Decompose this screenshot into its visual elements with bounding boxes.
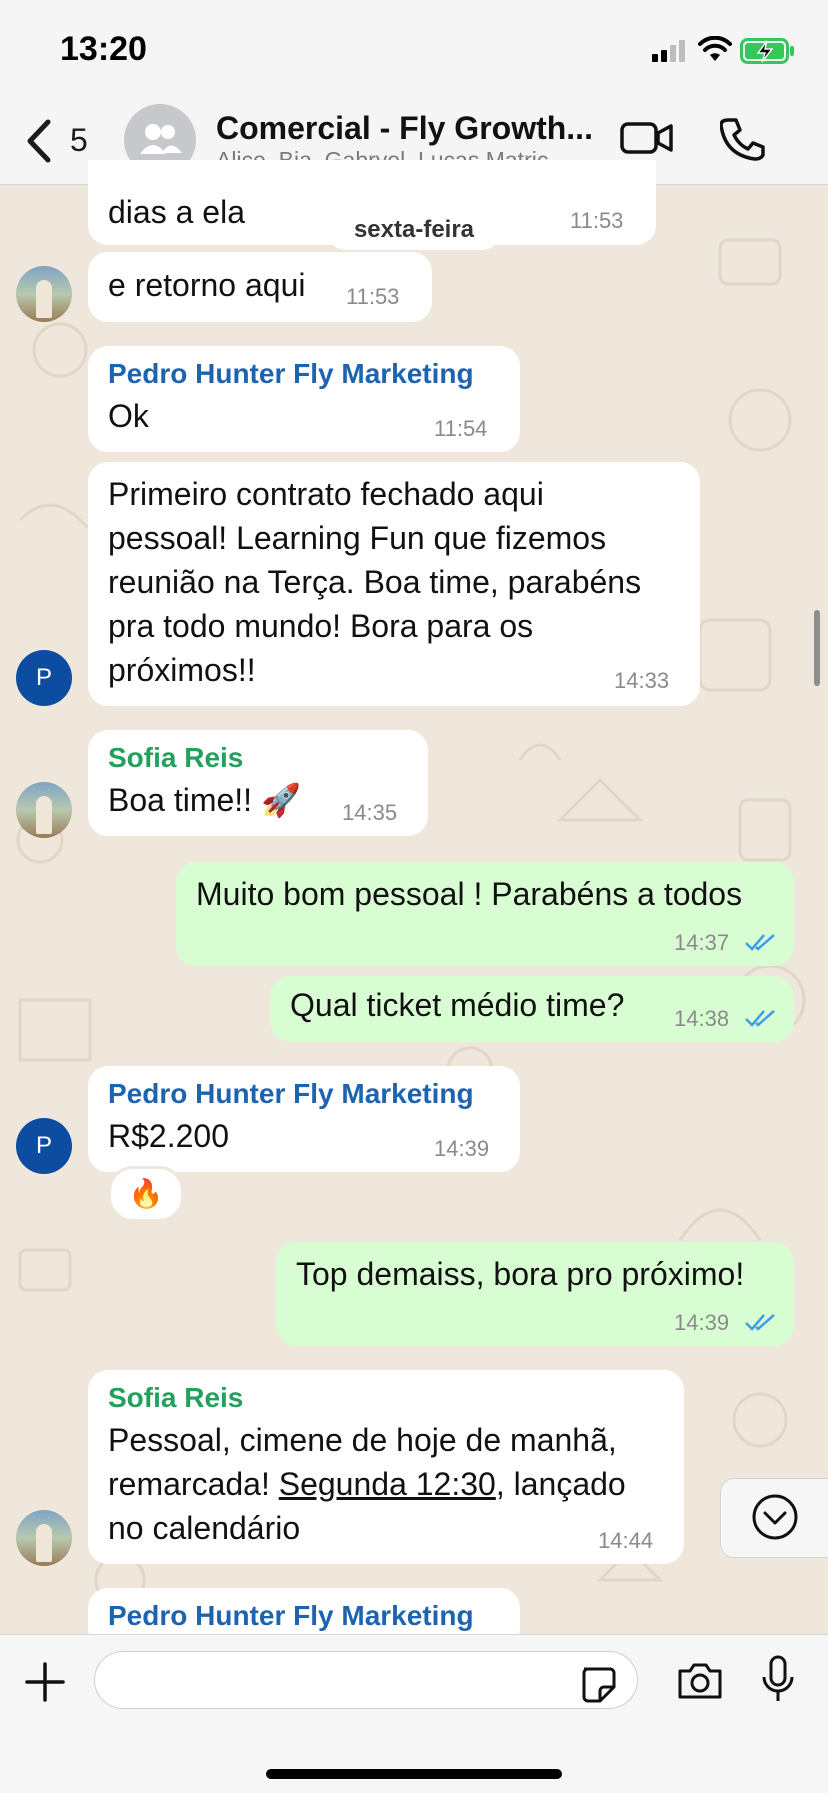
message-bubble-outgoing[interactable]: Qual ticket médio time? 14:38 [270, 976, 794, 1042]
wifi-icon [698, 36, 732, 61]
message-bubble[interactable]: Primeiro contrato fechado aqui pessoal! … [88, 462, 700, 706]
composer-bar [0, 1634, 828, 1793]
message-text: Top demaiss, bora pro próximo! [296, 1256, 745, 1292]
message-input[interactable] [94, 1651, 638, 1709]
camera-icon[interactable] [676, 1661, 724, 1701]
message-line: no calendário [108, 1510, 301, 1546]
message-time: 14:35 [342, 800, 398, 825]
plus-icon[interactable] [24, 1661, 66, 1703]
scrollbar[interactable] [814, 610, 820, 686]
message-text: Boa time!! 🚀 [108, 782, 301, 818]
date-divider: sexta-feira [326, 210, 502, 250]
message-time: 11:53 [570, 208, 624, 233]
message-bubble[interactable]: Pedro Hunter Fly Marketing Ok 11:54 [88, 346, 520, 452]
message-bubble-outgoing[interactable]: Muito bom pessoal ! Parabéns a todos 14:… [176, 862, 794, 966]
message-fragment: remarcada! [108, 1466, 270, 1502]
message-text: Qual ticket médio time? [290, 987, 625, 1023]
message-bubble[interactable]: Sofia Reis Pessoal, cimene de hoje de ma… [88, 1370, 684, 1564]
sofia-avatar[interactable] [16, 782, 72, 838]
sender-name[interactable]: Pedro Hunter Fly Marketing [108, 1600, 474, 1632]
message-text: Pessoal, cimene de hoje de manhã, remarc… [108, 1418, 626, 1550]
group-title[interactable]: Comercial - Fly Growth... [216, 110, 593, 147]
message-text: R$2.200 [108, 1118, 229, 1154]
message-bubble[interactable]: Pedro Hunter Fly Marketing R$2.200 14:39 [88, 1066, 520, 1172]
status-bar: 13:20 [0, 0, 828, 100]
message-bubble[interactable]: Sofia Reis Boa time!! 🚀 14:35 [88, 730, 428, 836]
message-fragment: , lançado [495, 1466, 626, 1502]
message-line: Primeiro contrato fechado aqui [108, 476, 544, 512]
message-time: 14:38 [674, 1006, 730, 1031]
home-indicator [266, 1769, 562, 1779]
sofia-avatar[interactable] [16, 266, 72, 322]
message-line: pra todo mundo! Bora para os [108, 608, 534, 644]
fire-reaction[interactable]: 🔥 [108, 1166, 184, 1222]
message-text: Muito bom pessoal ! Parabéns a todos [196, 876, 743, 912]
sender-name[interactable]: Pedro Hunter Fly Marketing [108, 1078, 474, 1110]
sticker-icon[interactable] [578, 1665, 616, 1703]
pedro-avatar[interactable]: P [16, 1118, 72, 1174]
battery-charging-icon [740, 38, 794, 64]
message-line: próximos!! [108, 652, 256, 688]
message-text: Ok [108, 398, 149, 434]
sender-name[interactable]: Pedro Hunter Fly Marketing [108, 358, 474, 390]
message-time: 14:39 [434, 1136, 490, 1161]
message-time: 14:44 [598, 1528, 654, 1553]
message-line: reunião na Terça. Boa time, parabéns [108, 564, 642, 600]
message-time: 14:39 [674, 1310, 730, 1335]
sender-name[interactable]: Sofia Reis [108, 1382, 243, 1414]
pedro-avatar[interactable]: P [16, 650, 72, 706]
message-bubble[interactable]: e retorno aqui 11:53 [88, 252, 432, 322]
status-time: 13:20 [60, 30, 147, 68]
message-text: e retorno aqui [108, 267, 306, 303]
double-check-icon [745, 934, 775, 951]
message-time: 14:37 [674, 930, 730, 955]
message-time: 11:54 [434, 416, 488, 441]
message-line: pessoal! Learning Fun que fizemos [108, 520, 607, 556]
message-time: 11:53 [346, 284, 400, 309]
message-bubble-outgoing[interactable]: Top demaiss, bora pro próximo! 14:39 [276, 1242, 794, 1346]
double-check-icon [745, 1314, 775, 1331]
microphone-icon[interactable] [760, 1655, 796, 1705]
message-text: dias a ela [108, 194, 245, 230]
phone-call-icon[interactable] [720, 116, 766, 162]
message-time: 14:33 [614, 668, 670, 693]
chevron-left-icon[interactable] [22, 118, 56, 164]
unread-count[interactable]: 5 [70, 122, 88, 159]
video-call-icon[interactable] [620, 118, 674, 158]
message-line: remarcada! Segunda 12:30, lançado [108, 1462, 626, 1506]
message-line: Pessoal, cimene de hoje de manhã, [108, 1422, 617, 1458]
cellular-signal-icon [652, 40, 685, 62]
date-link[interactable]: Segunda 12:30 [279, 1466, 496, 1502]
sofia-avatar[interactable] [16, 1510, 72, 1566]
chevron-down-icon [752, 1494, 798, 1540]
double-check-icon [745, 1010, 775, 1027]
scroll-to-bottom-button[interactable] [720, 1478, 828, 1558]
group-icon [140, 124, 182, 154]
message-text: Primeiro contrato fechado aqui pessoal! … [108, 472, 641, 692]
sender-name[interactable]: Sofia Reis [108, 742, 243, 774]
